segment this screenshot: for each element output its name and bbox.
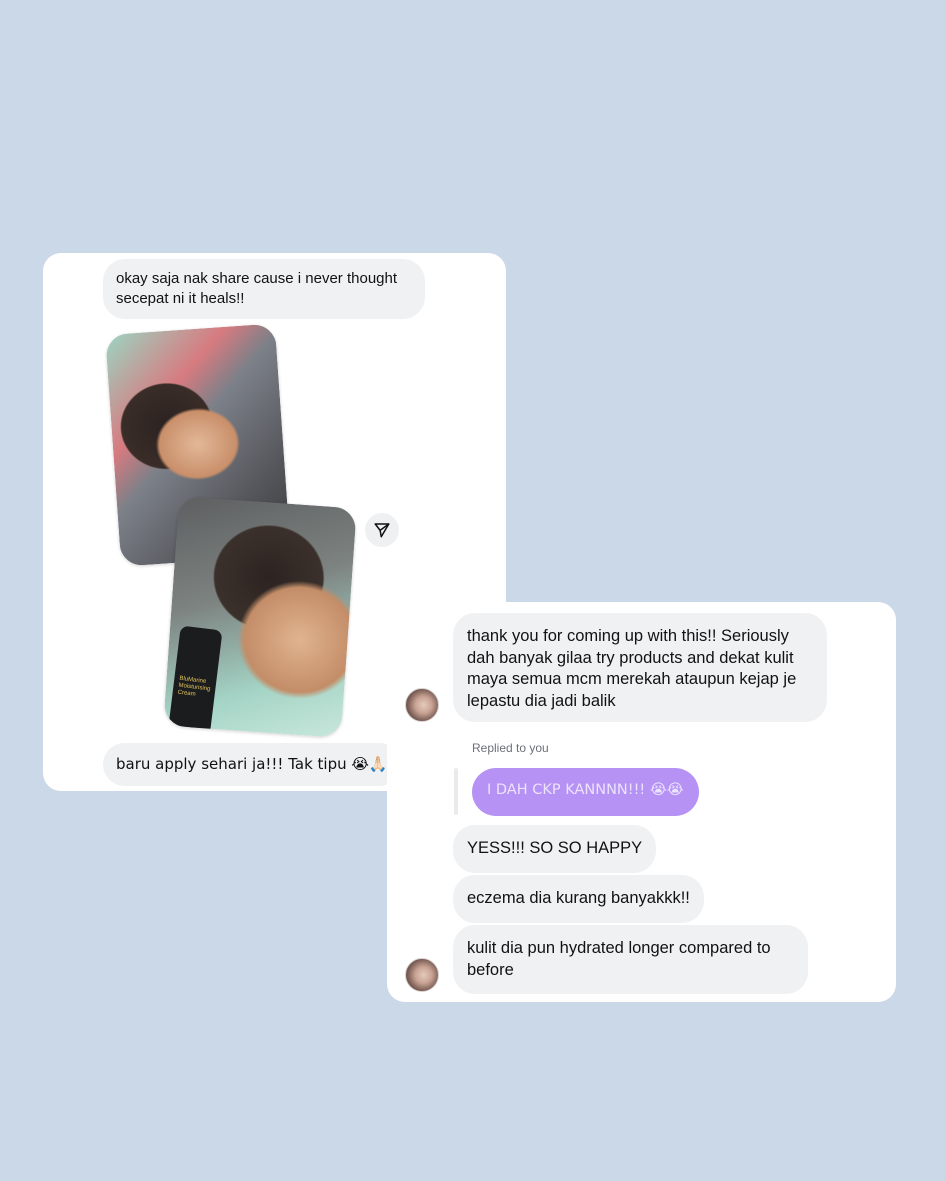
baby-photo-after[interactable]: BluMarine Moisturising Cream <box>163 496 357 738</box>
product-label: BluMarine Moisturising Cream <box>177 675 211 698</box>
message-text: okay saja nak share cause i never though… <box>116 270 398 307</box>
avatar[interactable] <box>405 688 439 722</box>
product-bottle: BluMarine Moisturising Cream <box>168 625 223 730</box>
message-text: baru apply sehari ja!!! Tak tipu 😭🙏🏻 <box>116 755 388 773</box>
message-text: kulit dia pun hydrated longer compared t… <box>467 939 771 979</box>
share-button[interactable] <box>365 513 399 547</box>
message-bubble[interactable]: okay saja nak share cause i never though… <box>103 259 425 319</box>
avatar[interactable] <box>405 958 439 992</box>
chat-card-right: thank you for coming up with this!! Seri… <box>387 602 896 1002</box>
message-bubble[interactable]: baru apply sehari ja!!! Tak tipu 😭🙏🏻 <box>103 743 401 786</box>
replied-message-bubble[interactable]: I DAH CKP KANNNN!!! 😭😭 <box>472 768 699 816</box>
message-bubble[interactable]: thank you for coming up with this!! Seri… <box>453 613 827 722</box>
message-text: thank you for coming up with this!! Seri… <box>467 627 797 710</box>
send-icon <box>374 523 390 538</box>
message-text: YESS!!! SO SO HAPPY <box>467 839 643 857</box>
message-bubble[interactable]: kulit dia pun hydrated longer compared t… <box>453 925 808 994</box>
reply-indicator-bar <box>454 768 458 815</box>
message-bubble[interactable]: YESS!!! SO SO HAPPY <box>453 825 657 873</box>
reply-label: Replied to you <box>472 741 549 755</box>
message-text: eczema dia kurang banyakkk!! <box>467 889 690 907</box>
message-bubble[interactable]: eczema dia kurang banyakkk!! <box>453 875 704 923</box>
reply-text: I DAH CKP KANNNN!!! 😭😭 <box>487 782 684 798</box>
